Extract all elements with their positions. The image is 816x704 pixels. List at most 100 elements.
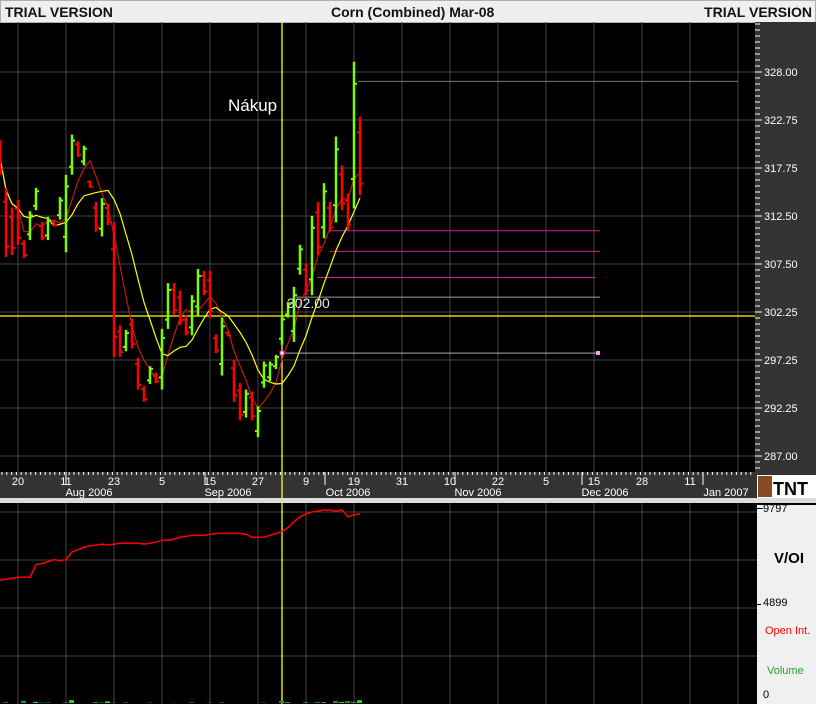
ohlc-bar	[93, 201, 99, 232]
volume-bar	[315, 702, 320, 703]
ohlc-bar	[3, 187, 9, 257]
volume-bar	[99, 702, 104, 703]
volume-bar	[333, 700, 338, 703]
ohlc-bar	[225, 331, 231, 337]
ohlc-bar	[81, 145, 87, 166]
ohlc-bar	[255, 406, 261, 438]
price-axis-label: 287.00	[764, 451, 798, 463]
ohlc-bar	[123, 329, 129, 352]
date-axis-day-label: 5	[159, 476, 165, 488]
price-axis-label: 307.50	[764, 259, 798, 271]
price-axis-label: 292.25	[764, 403, 798, 415]
ohlc-bar	[231, 359, 237, 402]
ohlc-bar	[357, 116, 363, 196]
level-marker	[596, 351, 600, 355]
volume-bar	[357, 700, 362, 703]
ohlc-bar	[33, 187, 39, 211]
price-axis-label: 297.25	[764, 355, 798, 367]
date-axis-month-label: Aug 2006	[65, 487, 112, 499]
volume-bar	[63, 702, 68, 703]
ohlc-bar	[45, 216, 51, 241]
ohlc-bar	[333, 136, 339, 223]
ohlc-bar	[327, 201, 333, 232]
date-axis-day-label: 28	[636, 476, 648, 488]
date-axis-day-label: 5	[543, 476, 549, 488]
volume-bar	[345, 701, 350, 703]
date-axis-month-label: Dec 2006	[581, 487, 628, 499]
ohlc-bar	[147, 366, 153, 384]
ohlc-bar	[159, 328, 165, 390]
ohlc-bar	[213, 334, 219, 354]
entry-marker	[279, 350, 285, 356]
price-chart[interactable]: Nákup 302.00 328.00 322.75 317.75 312.50 307…	[0, 0, 816, 704]
axis-min-label: 0	[763, 689, 770, 701]
ohlc-bar	[171, 283, 177, 315]
ohlc-bar	[75, 141, 81, 157]
date-axis-day-label: 27	[252, 476, 264, 488]
ohlc-bar	[249, 391, 255, 421]
ohlc-bar	[87, 180, 93, 188]
axis-max-label: 9797	[763, 503, 788, 515]
volume-bar	[321, 702, 326, 703]
volume-bar	[339, 702, 344, 703]
axis-mid-label: 4899	[763, 597, 788, 609]
tnt-logo: TNT	[757, 475, 816, 499]
volume-bar	[69, 700, 74, 703]
ohlc-bar	[135, 357, 141, 390]
buy-annotation: Nákup	[228, 96, 277, 115]
legend-volume: Volume	[767, 665, 804, 677]
price-axis-label: 328.00	[764, 67, 798, 79]
horizontal-scrollbar[interactable]	[0, 498, 816, 503]
ohlc-bar	[105, 203, 111, 226]
volume-bar	[285, 702, 290, 703]
date-axis-day-label: 11	[684, 476, 695, 488]
ohlc-bar	[315, 201, 321, 256]
date-axis-day-label: 9	[303, 476, 309, 488]
ohlc-bar	[339, 165, 345, 211]
volume-bar	[3, 702, 8, 703]
price-axis-label: 322.75	[764, 115, 798, 127]
lower-axis-panel: 9797 V/OI 4899 Open Int. Volume 0	[755, 503, 816, 704]
ohlc-bar	[141, 385, 147, 402]
volume-bar	[21, 700, 26, 703]
ohlc-bar	[261, 361, 267, 388]
ohlc-bar	[321, 183, 327, 239]
date-axis-day-label: 31	[396, 476, 408, 488]
ohlc-bar	[69, 134, 75, 175]
ohlc-bar	[237, 383, 243, 421]
date-axis-month-label: Nov 2006	[454, 487, 501, 499]
price-axis-label: 302.25	[764, 307, 798, 319]
ohlc-bar	[9, 207, 15, 256]
price-axis-label: 312.50	[764, 211, 798, 223]
lower-panel-title: V/OI	[774, 550, 805, 567]
ohlc-bar	[243, 389, 249, 418]
volume-bar	[351, 701, 356, 703]
date-axis-day-label: 20	[12, 476, 24, 488]
volume-bar	[279, 700, 284, 703]
ohlc-bar	[189, 295, 195, 336]
ohlc-bar	[279, 314, 285, 345]
ohlc-bar	[177, 290, 183, 326]
volume-bar	[105, 701, 110, 703]
volume-bar	[189, 702, 194, 703]
date-axis-month-label: Sep 2006	[204, 487, 251, 499]
ohlc-bar	[297, 244, 303, 275]
price-axis-label: 317.75	[764, 163, 798, 175]
ohlc-bar	[201, 270, 207, 296]
volume-bar	[33, 701, 38, 703]
volume-bar	[219, 702, 224, 703]
price-annotation: 302.00	[287, 295, 330, 311]
date-axis-month-label: Oct 2006	[326, 487, 371, 499]
logo-text: TNT	[773, 479, 808, 499]
ohlc-bar	[21, 240, 27, 258]
ohlc-bar	[0, 140, 3, 175]
ohlc-bar	[99, 198, 105, 237]
date-axis-month-label: Jan 2007	[703, 487, 748, 499]
ohlc-bar	[165, 283, 171, 329]
ohlc-bar	[273, 355, 279, 370]
ohlc-bar	[267, 361, 273, 382]
volume-bar	[45, 702, 50, 703]
ohlc-bar	[219, 317, 225, 376]
legend-open-interest: Open Int.	[765, 625, 811, 637]
ohlc-bar	[117, 325, 123, 357]
